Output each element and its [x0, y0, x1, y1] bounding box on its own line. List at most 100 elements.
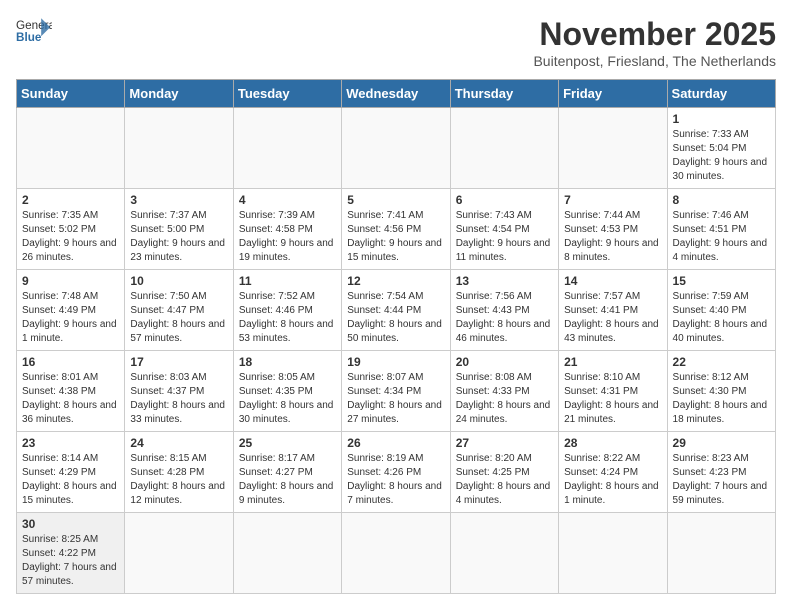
- header-tuesday: Tuesday: [233, 80, 341, 108]
- header-saturday: Saturday: [667, 80, 775, 108]
- table-row: 20 Sunrise: 8:08 AM Sunset: 4:33 PM Dayli…: [450, 351, 558, 432]
- table-row: 17 Sunrise: 8:03 AM Sunset: 4:37 PM Dayli…: [125, 351, 233, 432]
- day-info: Sunrise: 7:54 AM Sunset: 4:44 PM Dayligh…: [347, 290, 444, 346]
- day-info: Sunrise: 8:07 AM Sunset: 4:34 PM Dayligh…: [347, 371, 444, 427]
- table-row: [559, 513, 667, 594]
- day-info: Sunrise: 7:46 AM Sunset: 4:51 PM Dayligh…: [673, 209, 770, 265]
- day-info: Sunrise: 7:37 AM Sunset: 5:00 PM Dayligh…: [130, 209, 227, 265]
- table-row: 5Sunrise: 7:41 AM Sunset: 4:56 PM Daylig…: [342, 189, 450, 270]
- table-row: 22Sunrise: 8:12 AM Sunset: 4:30 PM Dayli…: [667, 351, 775, 432]
- day-number: 20: [456, 355, 553, 369]
- header-thursday: Thursday: [450, 80, 558, 108]
- table-row: [559, 108, 667, 189]
- svg-text:Blue: Blue: [16, 31, 42, 44]
- table-row: 8 Sunrise: 7:46 AM Sunset: 4:51 PM Daylig…: [667, 189, 775, 270]
- day-number: 18: [239, 355, 336, 369]
- day-number: 8: [673, 193, 770, 207]
- day-number: 9: [22, 274, 119, 288]
- day-number: 7: [564, 193, 661, 207]
- day-number: 14: [564, 274, 661, 288]
- title-block: November 2025 Buitenpost, Friesland, The…: [533, 16, 776, 69]
- table-row: 16Sunrise: 8:01 AM Sunset: 4:38 PM Dayli…: [17, 351, 125, 432]
- day-info: Sunrise: 7:43 AM Sunset: 4:54 PM Dayligh…: [456, 209, 553, 265]
- day-info: Sunrise: 8:10 AM Sunset: 4:31 PM Dayligh…: [564, 371, 661, 427]
- table-row: 15 Sunrise: 7:59 AM Sunset: 4:40 PM Dayli…: [667, 270, 775, 351]
- calendar-week-row: 2Sunrise: 7:35 AM Sunset: 5:02 PM Daylig…: [17, 189, 776, 270]
- day-number: 23: [22, 436, 119, 450]
- table-row: 23 Sunrise: 8:14 AM Sunset: 4:29 PM Dayli…: [17, 432, 125, 513]
- table-row: 10 Sunrise: 7:50 AM Sunset: 4:47 PM Dayli…: [125, 270, 233, 351]
- day-info: Sunrise: 8:20 AM Sunset: 4:25 PM Dayligh…: [456, 452, 553, 508]
- day-number: 19: [347, 355, 444, 369]
- table-row: 11 Sunrise: 7:52 AM Sunset: 4:46 PM Dayli…: [233, 270, 341, 351]
- calendar-header-row: Sunday Monday Tuesday Wednesday Thursday…: [17, 80, 776, 108]
- day-info: Sunrise: 7:59 AM Sunset: 4:40 PM Dayligh…: [673, 290, 770, 346]
- day-number: 22: [673, 355, 770, 369]
- day-info: Sunrise: 8:15 AM Sunset: 4:28 PM Dayligh…: [130, 452, 227, 508]
- table-row: 24 Sunrise: 8:15 AM Sunset: 4:28 PM Dayli…: [125, 432, 233, 513]
- table-row: 14 Sunrise: 7:57 AM Sunset: 4:41 PM Dayli…: [559, 270, 667, 351]
- day-info: Sunrise: 8:03 AM Sunset: 4:37 PM Dayligh…: [130, 371, 227, 427]
- day-info: Sunrise: 7:44 AM Sunset: 4:53 PM Dayligh…: [564, 209, 661, 265]
- table-row: [17, 108, 125, 189]
- day-number: 12: [347, 274, 444, 288]
- day-number: 3: [130, 193, 227, 207]
- table-row: 18 Sunrise: 8:05 AM Sunset: 4:35 PM Dayli…: [233, 351, 341, 432]
- day-number: 15: [673, 274, 770, 288]
- logo: General Blue: [16, 16, 52, 44]
- day-number: 1: [673, 112, 770, 126]
- table-row: 25Sunrise: 8:17 AM Sunset: 4:27 PM Dayli…: [233, 432, 341, 513]
- table-row: 28 Sunrise: 8:22 AM Sunset: 4:24 PM Dayli…: [559, 432, 667, 513]
- calendar-week-row: 1 Sunrise: 7:33 AM Sunset: 5:04 PM Daylig…: [17, 108, 776, 189]
- day-number: 25: [239, 436, 336, 450]
- day-number: 28: [564, 436, 661, 450]
- day-number: 26: [347, 436, 444, 450]
- day-number: 27: [456, 436, 553, 450]
- calendar-week-row: 23 Sunrise: 8:14 AM Sunset: 4:29 PM Dayli…: [17, 432, 776, 513]
- day-info: Sunrise: 7:35 AM Sunset: 5:02 PM Dayligh…: [22, 209, 119, 265]
- day-info: Sunrise: 7:52 AM Sunset: 4:46 PM Dayligh…: [239, 290, 336, 346]
- table-row: [450, 108, 558, 189]
- day-number: 17: [130, 355, 227, 369]
- table-row: 6 Sunrise: 7:43 AM Sunset: 4:54 PM Daylig…: [450, 189, 558, 270]
- table-row: [125, 513, 233, 594]
- day-info: Sunrise: 7:56 AM Sunset: 4:43 PM Dayligh…: [456, 290, 553, 346]
- table-row: 13 Sunrise: 7:56 AM Sunset: 4:43 PM Dayli…: [450, 270, 558, 351]
- day-info: Sunrise: 7:57 AM Sunset: 4:41 PM Dayligh…: [564, 290, 661, 346]
- day-number: 21: [564, 355, 661, 369]
- table-row: 12 Sunrise: 7:54 AM Sunset: 4:44 PM Dayli…: [342, 270, 450, 351]
- table-row: [667, 513, 775, 594]
- day-info: Sunrise: 7:50 AM Sunset: 4:47 PM Dayligh…: [130, 290, 227, 346]
- day-number: 10: [130, 274, 227, 288]
- day-number: 13: [456, 274, 553, 288]
- table-row: [233, 108, 341, 189]
- day-info: Sunrise: 7:33 AM Sunset: 5:04 PM Dayligh…: [673, 128, 770, 184]
- day-number: 11: [239, 274, 336, 288]
- day-info: Sunrise: 7:48 AM Sunset: 4:49 PM Dayligh…: [22, 290, 119, 346]
- calendar-week-row: 9 Sunrise: 7:48 AM Sunset: 4:49 PM Daylig…: [17, 270, 776, 351]
- header-sunday: Sunday: [17, 80, 125, 108]
- day-info: Sunrise: 8:05 AM Sunset: 4:35 PM Dayligh…: [239, 371, 336, 427]
- day-info: Sunrise: 8:22 AM Sunset: 4:24 PM Dayligh…: [564, 452, 661, 508]
- table-row: 30Sunrise: 8:25 AM Sunset: 4:22 PM Dayli…: [17, 513, 125, 594]
- day-info: Sunrise: 7:39 AM Sunset: 4:58 PM Dayligh…: [239, 209, 336, 265]
- table-row: 3 Sunrise: 7:37 AM Sunset: 5:00 PM Daylig…: [125, 189, 233, 270]
- day-number: 24: [130, 436, 227, 450]
- header-monday: Monday: [125, 80, 233, 108]
- day-info: Sunrise: 8:23 AM Sunset: 4:23 PM Dayligh…: [673, 452, 770, 508]
- day-info: Sunrise: 8:14 AM Sunset: 4:29 PM Dayligh…: [22, 452, 119, 508]
- day-number: 6: [456, 193, 553, 207]
- table-row: 21 Sunrise: 8:10 AM Sunset: 4:31 PM Dayli…: [559, 351, 667, 432]
- day-number: 16: [22, 355, 119, 369]
- day-number: 29: [673, 436, 770, 450]
- day-number: 4: [239, 193, 336, 207]
- logo-icon: General Blue: [16, 16, 52, 44]
- table-row: [342, 513, 450, 594]
- day-info: Sunrise: 8:08 AM Sunset: 4:33 PM Dayligh…: [456, 371, 553, 427]
- month-title: November 2025: [533, 16, 776, 53]
- table-row: [125, 108, 233, 189]
- day-info: Sunrise: 8:25 AM Sunset: 4:22 PM Dayligh…: [22, 533, 119, 589]
- header-wednesday: Wednesday: [342, 80, 450, 108]
- location-subtitle: Buitenpost, Friesland, The Netherlands: [533, 53, 776, 69]
- table-row: [450, 513, 558, 594]
